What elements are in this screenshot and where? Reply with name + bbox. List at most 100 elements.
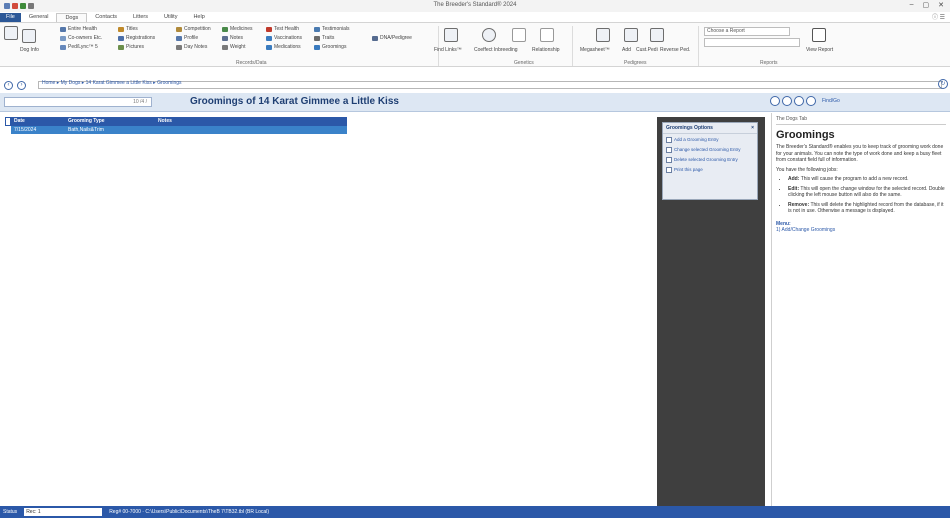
maximize-button[interactable]: ▢ [923,1,930,9]
traits-button[interactable]: Traits [322,35,334,41]
option-label: Change selected Grooming Entry [674,147,741,152]
options-panel: Groomings Options × Add a Grooming Entry… [657,117,765,506]
help-intro: The Breeder's Standard® enables you to k… [776,144,944,163]
group-label-pedigrees: Pedigrees [624,60,647,66]
add-pedigree-icon[interactable] [624,28,638,42]
add-pedigree-button[interactable]: Add [622,47,631,53]
coeffect-button[interactable]: Coeffect Inbreeding [474,47,518,53]
options-close-icon[interactable]: × [751,125,754,131]
health-icon [60,27,66,32]
medications-icon [266,45,272,50]
help-term: Add: [788,176,800,182]
weight-button[interactable]: Weight [230,44,245,50]
breadcrumb[interactable]: Home ▸ My Dogs ▸ 14 Karat Gimmee a Littl… [42,80,182,86]
help-back-icon[interactable] [782,96,792,106]
grid-icon[interactable] [4,26,18,40]
co-owners-icon [60,36,66,41]
column-header-type[interactable]: Grooming Type [65,117,155,126]
help-print-icon[interactable] [794,96,804,106]
status-bar: Status Rec: 1 Reg# 00-7000 · C:\Users\Pu… [0,506,950,518]
fx-icon[interactable] [512,28,526,42]
filter-box[interactable]: 10 /4 / [4,97,152,107]
relationship-button[interactable]: Relationship [532,47,560,53]
tab-contacts[interactable]: Contacts [87,13,125,22]
test-health-button[interactable]: Test Health [274,26,299,32]
help-menu-link[interactable]: 1) Add/Change Groomings [776,227,946,233]
delete-grooming-option[interactable]: Delete selected Grooming Entry [663,154,757,164]
cust-pedi-button[interactable]: Cust.Pedi [636,47,658,53]
tab-dogs[interactable]: Dogs [56,13,88,22]
refresh-nav-icon[interactable]: ↻ [938,79,948,89]
print-page-option[interactable]: Print this page [663,164,757,174]
options-card: Groomings Options × Add a Grooming Entry… [662,122,758,200]
cust-pedi-icon[interactable] [650,28,664,42]
group-separator [698,26,699,66]
tab-file[interactable]: File [0,13,21,22]
find-go-link[interactable]: Find/Go [822,98,840,104]
megasheet-button[interactable]: Megasheet™ [580,47,610,53]
help-icons[interactable]: ⓘ ☰ [932,12,945,21]
vaccinations-button[interactable]: Vaccinations [274,35,302,41]
status-label: Status [3,509,18,515]
column-header-notes[interactable]: Notes [155,117,347,126]
tab-general[interactable]: General [21,13,57,22]
day-notes-button[interactable]: Day Notes [184,44,207,50]
pictures-button[interactable]: Pictures [126,44,144,50]
medicines-button[interactable]: Medicines [230,26,253,32]
registrations-button[interactable]: Registrations [126,35,155,41]
forward-icon[interactable]: › [17,80,26,90]
pedlync-button[interactable]: Ped/Lync™ 5 [68,44,98,50]
coeffect-icon[interactable] [482,28,496,42]
dna-pedigree-button[interactable]: DNA/Pedigree [380,35,412,41]
help-home-icon[interactable] [770,96,780,106]
page-header: 10 /4 / Groomings of 14 Karat Gimmee a L… [0,93,950,112]
megasheet-icon[interactable] [596,28,610,42]
find-links-icon[interactable] [444,28,458,42]
title-bar: The Breeder's Standard® 2024 – ▢ ✕ [0,0,950,12]
list-item: Add: This will cause the program to add … [788,176,946,183]
notes-button[interactable]: Notes [230,35,243,41]
tab-utility[interactable]: Utility [156,13,185,22]
edit-icon [666,147,672,153]
testimonials-button[interactable]: Testimonials [322,26,350,32]
minimize-button[interactable]: – [910,1,914,9]
option-label: Add a Grooming Entry [674,137,719,142]
print-icon [666,167,672,173]
back-icon[interactable]: ‹ [4,80,13,90]
list-item: Edit: This will open the change window f… [788,186,946,199]
co-owners-button[interactable]: Co-owners Etc. [68,35,102,41]
help-list: Add: This will cause the program to add … [788,176,946,215]
add-icon [666,137,672,143]
find-links-button[interactable]: Find Links™ [434,47,462,53]
help-crumb: The Dogs Tab [776,116,946,125]
view-report-button[interactable]: View Report [806,47,833,53]
report-search-field[interactable] [704,38,800,47]
groomings-table: Date Grooming Type Notes 7/15/2024 Bath,… [11,117,347,134]
competition-icon [176,27,182,32]
help-forward-icon[interactable] [806,96,816,106]
tab-litters[interactable]: Litters [125,13,156,22]
reverse-ped-button[interactable]: Reverse Ped. [660,47,690,53]
change-grooming-option[interactable]: Change selected Grooming Entry [663,144,757,154]
notes-icon [222,36,228,41]
column-header-date[interactable]: Date [11,117,65,126]
pictures-icon [118,45,124,50]
tab-help[interactable]: Help [185,13,212,22]
dog-info-icon[interactable] [22,29,36,43]
close-button[interactable]: ✕ [938,1,944,9]
table-row[interactable]: 7/15/2024 Bath,Nails&Trim [11,126,347,134]
view-report-icon[interactable] [812,28,826,42]
relationship-icon[interactable] [540,28,554,42]
dog-info-button[interactable]: Dog Info [20,47,39,53]
entire-health-button[interactable]: Entire Health [68,26,97,32]
competition-button[interactable]: Competition [184,26,211,32]
titles-button[interactable]: Titles [126,26,138,32]
profile-button[interactable]: Profile [184,35,198,41]
groomings-button[interactable]: Groomings [322,44,346,50]
report-selector[interactable]: Choose a Report [704,27,790,36]
ribbon: Dog Info Entire Health Co-owners Etc. Pe… [0,22,950,67]
window-controls: – ▢ ✕ [910,1,944,9]
traits-icon [314,36,320,41]
medications-button[interactable]: Medications [274,44,301,50]
add-grooming-option[interactable]: Add a Grooming Entry [663,134,757,144]
